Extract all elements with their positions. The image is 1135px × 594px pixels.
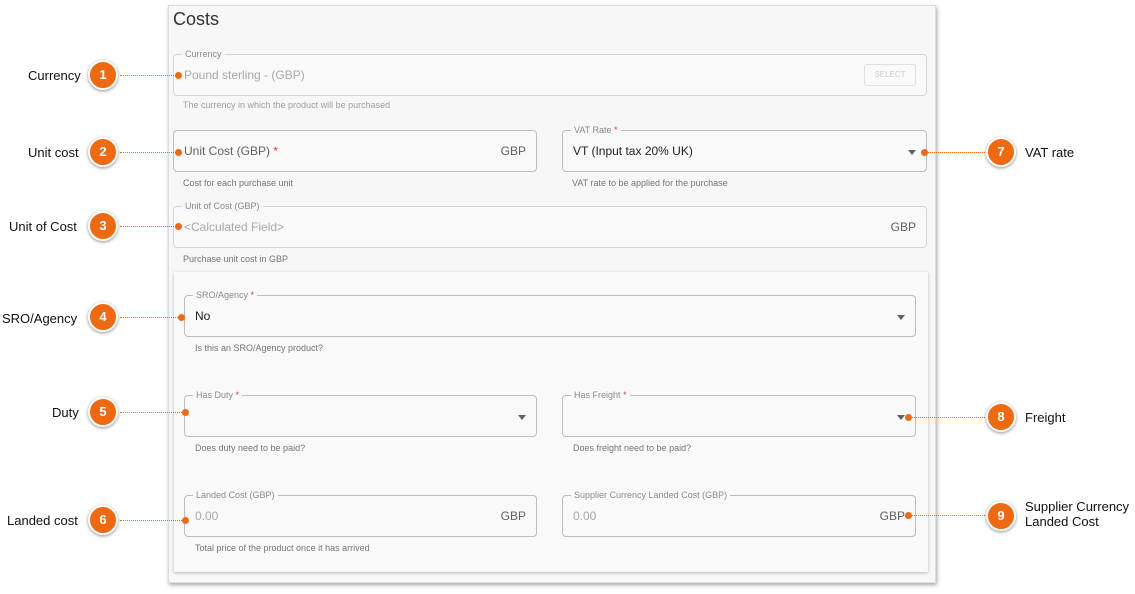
callout-label-sro-agency: SRO/Agency — [2, 311, 78, 326]
callout-leader-9 — [909, 515, 987, 516]
vat-rate-helper: VAT rate to be applied for the purchase — [572, 178, 728, 188]
has-duty-legend: Has Duty * — [193, 389, 243, 401]
vat-rate-select[interactable]: VAT Rate * VT (Input tax 20% UK) — [562, 124, 927, 172]
callout-badge-2: 2 — [88, 137, 118, 167]
unit-of-cost-suffix: GBP — [890, 220, 916, 234]
callout-dot-6 — [182, 517, 189, 524]
callout-dot-1 — [175, 72, 182, 79]
callout-leader-8 — [909, 417, 987, 418]
callout-label-vat-rate: VAT rate — [1025, 145, 1075, 160]
callout-badge-6: 6 — [88, 505, 118, 535]
unit-of-cost-field: Unit of Cost (GBP) <Calculated Field> GB… — [173, 200, 927, 248]
currency-legend: Currency — [182, 48, 225, 60]
unit-of-cost-value: <Calculated Field> — [184, 220, 285, 234]
panel-title: Costs — [173, 9, 220, 29]
sro-agency-legend: SRO/Agency * — [193, 289, 258, 301]
callout-label-unit-of-cost: Unit of Cost — [9, 219, 77, 234]
currency-field: Currency Pound sterling - (GBP) SELECT — [173, 48, 927, 96]
supplier-landed-cost-suffix: GBP — [879, 509, 905, 523]
costs-panel: Costs Currency Pound sterling - (GBP) SE… — [168, 5, 936, 583]
supplier-landed-cost-value: 0.00 — [573, 509, 597, 523]
vat-rate-value: VT (Input tax 20% UK) — [573, 144, 693, 158]
currency-helper: The currency in which the product will b… — [183, 100, 391, 110]
callout-leader-4 — [120, 317, 182, 318]
callout-label-duty: Duty — [52, 405, 79, 420]
callout-label-unit-cost: Unit cost — [28, 145, 79, 160]
callout-dot-3 — [175, 223, 182, 230]
callout-dot-5 — [182, 409, 189, 416]
supplier-landed-cost-input[interactable]: Supplier Currency Landed Cost (GBP) 0.00… — [562, 489, 916, 537]
sro-agency-helper: Is this an SRO/Agency product? — [195, 343, 324, 353]
callout-label-line2: Landed Cost — [1025, 514, 1099, 529]
chevron-down-icon — [908, 150, 916, 155]
callout-dot-4 — [178, 314, 185, 321]
landed-cost-value: 0.00 — [195, 509, 219, 523]
callout-dot-2 — [175, 149, 182, 156]
callout-badge-7: 7 — [986, 137, 1016, 167]
callout-leader-6 — [120, 520, 186, 521]
callout-leader-2 — [120, 152, 178, 153]
callout-label-freight: Freight — [1025, 410, 1066, 425]
callout-badge-3: 3 — [88, 211, 118, 241]
landed-cost-legend: Landed Cost (GBP) — [193, 489, 278, 501]
callout-badge-8: 8 — [986, 402, 1016, 432]
callout-leader-7 — [925, 152, 987, 153]
unit-cost-suffix: GBP — [500, 144, 526, 158]
callout-badge-9: 9 — [986, 501, 1016, 531]
chevron-down-icon — [518, 415, 526, 420]
callout-leader-1 — [120, 75, 178, 76]
landed-cost-helper: Total price of the product once it has a… — [195, 543, 370, 553]
currency-value: Pound sterling - (GBP) — [184, 68, 305, 82]
callout-leader-5 — [120, 412, 186, 413]
has-duty-select[interactable]: Has Duty * — [184, 389, 537, 437]
callout-leader-3 — [120, 226, 178, 227]
unit-cost-helper: Cost for each purchase unit — [183, 178, 294, 188]
sro-agency-select[interactable]: SRO/Agency * No — [184, 289, 916, 337]
callout-label-currency: Currency — [28, 68, 81, 83]
callout-label-landed-cost: Landed cost — [7, 513, 78, 528]
unit-cost-placeholder: Unit Cost (GBP) * — [184, 144, 279, 158]
landed-cost-suffix: GBP — [500, 509, 526, 523]
chevron-down-icon — [897, 315, 905, 320]
callout-label-line1: Supplier Currency — [1025, 499, 1130, 514]
currency-select-button: SELECT — [864, 64, 916, 86]
sro-agency-value: No — [195, 309, 211, 323]
callout-badge-1: 1 — [88, 60, 118, 90]
callout-badge-4: 4 — [88, 302, 118, 332]
landed-cost-input[interactable]: Landed Cost (GBP) 0.00 GBP — [184, 489, 537, 537]
supplier-landed-cost-legend: Supplier Currency Landed Cost (GBP) — [571, 489, 731, 501]
unit-of-cost-legend: Unit of Cost (GBP) — [182, 200, 263, 212]
has-freight-helper: Does freight need to be paid? — [573, 443, 692, 453]
vat-rate-legend: VAT Rate * — [571, 124, 621, 136]
unit-cost-input[interactable]: Unit Cost (GBP) * GBP — [173, 130, 537, 172]
unit-of-cost-helper: Purchase unit cost in GBP — [183, 254, 289, 264]
callout-badge-5: 5 — [88, 397, 118, 427]
chevron-down-icon — [897, 415, 905, 420]
has-duty-helper: Does duty need to be paid? — [195, 443, 306, 453]
callout-label-supplier-landed-cost: Supplier Currency Landed Cost — [1025, 499, 1129, 529]
duty-freight-card: SRO/Agency * No Is this an SRO/Agency pr… — [174, 272, 928, 572]
has-freight-legend: Has Freight * — [571, 389, 630, 401]
has-freight-select[interactable]: Has Freight * — [562, 389, 916, 437]
